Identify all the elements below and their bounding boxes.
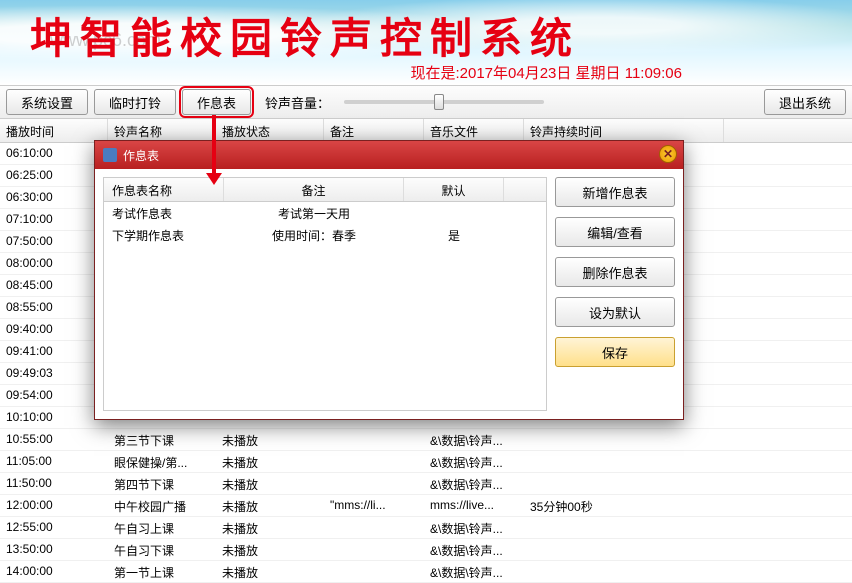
- dialog-title-text: 作息表: [123, 147, 159, 164]
- annotation-arrow: [212, 115, 216, 175]
- table-row[interactable]: 10:55:00第三节下课未播放&\数据\铃声...: [0, 429, 852, 451]
- dialog-titlebar[interactable]: 作息表 ✕: [95, 141, 683, 169]
- app-title: 坤智能校园铃声控制系统: [30, 5, 580, 66]
- app-header: 坤智能校园铃声控制系统 www.pc6.com 现在是:2017年04月23日 …: [0, 0, 852, 85]
- list-item[interactable]: 考试作息表考试第一天用: [104, 202, 546, 224]
- current-time: 现在是:2017年04月23日 星期日 11:09:06: [410, 62, 682, 83]
- temp-ring-button[interactable]: 临时打铃: [94, 89, 176, 115]
- settings-button[interactable]: 系统设置: [6, 89, 88, 115]
- col-name[interactable]: 铃声名称: [108, 119, 216, 142]
- volume-slider[interactable]: [344, 100, 544, 104]
- dl-col-note[interactable]: 备注: [224, 178, 404, 201]
- table-row[interactable]: 13:50:00午自习下课未播放&\数据\铃声...: [0, 539, 852, 561]
- table-row[interactable]: 14:00:00第一节上课未播放&\数据\铃声...: [0, 561, 852, 583]
- add-schedule-button[interactable]: 新增作息表: [555, 177, 675, 207]
- close-icon[interactable]: ✕: [659, 145, 677, 163]
- volume-thumb[interactable]: [434, 94, 444, 110]
- table-row[interactable]: 12:55:00午自习上课未播放&\数据\铃声...: [0, 517, 852, 539]
- set-default-button[interactable]: 设为默认: [555, 297, 675, 327]
- col-note[interactable]: 备注: [324, 119, 424, 142]
- edit-schedule-button[interactable]: 编辑/查看: [555, 217, 675, 247]
- col-duration[interactable]: 铃声持续时间: [524, 119, 724, 142]
- col-file[interactable]: 音乐文件: [424, 119, 524, 142]
- delete-schedule-button[interactable]: 删除作息表: [555, 257, 675, 287]
- exit-button[interactable]: 退出系统: [764, 89, 846, 115]
- main-toolbar: 系统设置 临时打铃 作息表 铃声音量： 退出系统: [0, 85, 852, 119]
- col-time[interactable]: 播放时间: [0, 119, 108, 142]
- dialog-icon: [103, 148, 117, 162]
- table-row[interactable]: 11:50:00第四节下课未播放&\数据\铃声...: [0, 473, 852, 495]
- col-status[interactable]: 播放状态: [216, 119, 324, 142]
- volume-label: 铃声音量：: [265, 93, 330, 112]
- schedule-dialog: 作息表 ✕ 作息表名称 备注 默认 考试作息表考试第一天用下学期作息表使用时间：…: [94, 140, 684, 420]
- table-row[interactable]: 11:05:00眼保健操/第...未播放&\数据\铃声...: [0, 451, 852, 473]
- save-button[interactable]: 保存: [555, 337, 675, 367]
- dl-col-default[interactable]: 默认: [404, 178, 504, 201]
- list-item[interactable]: 下学期作息表使用时间：春季是: [104, 224, 546, 246]
- dialog-list: 作息表名称 备注 默认 考试作息表考试第一天用下学期作息表使用时间：春季是: [103, 177, 547, 411]
- table-row[interactable]: 12:00:00中午校园广播未播放"mms://li...mms://live.…: [0, 495, 852, 517]
- schedule-button[interactable]: 作息表: [182, 89, 251, 115]
